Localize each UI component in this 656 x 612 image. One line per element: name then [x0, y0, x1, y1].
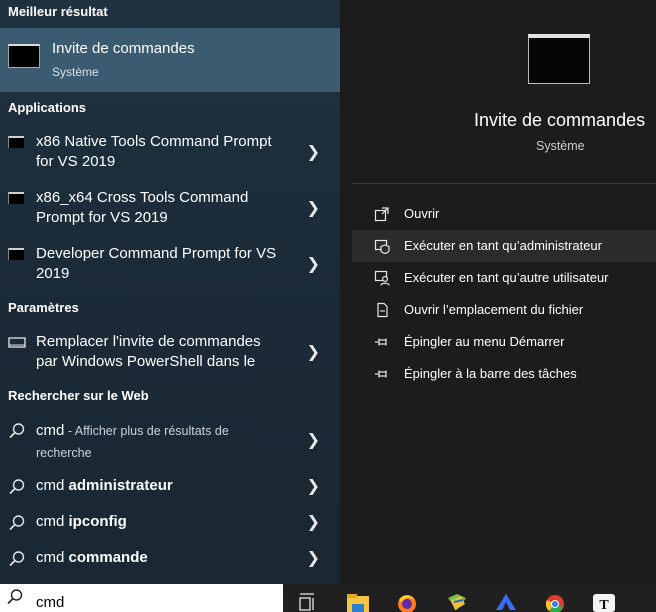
web-result[interactable]: cmd - Afficher plus de résultats de rech… [0, 420, 340, 464]
divider [352, 183, 656, 184]
applications-heading: Applications [8, 100, 87, 115]
settings-heading: Paramètres [8, 300, 79, 315]
web-result-label: cmd commande [36, 549, 148, 566]
action-label: Ouvrir l’emplacement du fichier [404, 302, 584, 317]
web-result[interactable]: cmd ipconfig ❯ [0, 512, 340, 536]
action-label: Exécuter en tant qu’administrateur [404, 238, 602, 253]
chevron-right-icon[interactable]: ❯ [307, 430, 320, 450]
chrome-icon[interactable] [543, 592, 567, 612]
search-icon [9, 479, 25, 495]
web-result-label: cmd ipconfig [36, 513, 127, 530]
command-prompt-icon [528, 34, 590, 84]
settings-icon [8, 337, 26, 348]
action-open[interactable]: Ouvrir [352, 198, 656, 230]
action-label: Exécuter en tant qu’autre utilisateur [404, 270, 609, 285]
folder-app-icon[interactable] [445, 592, 469, 612]
action-run-as-other-user[interactable]: Exécuter en tant qu’autre utilisateur [352, 262, 656, 294]
chevron-right-icon[interactable]: ❯ [307, 142, 320, 162]
file-location-icon [377, 302, 388, 318]
chevron-right-icon[interactable]: ❯ [307, 342, 320, 362]
search-input[interactable]: cmd [36, 594, 64, 611]
preview-title: Invite de commandes [474, 110, 646, 130]
chevron-right-icon[interactable]: ❯ [307, 476, 320, 496]
user-icon [374, 270, 390, 286]
best-match-heading: Meilleur résultat [8, 4, 108, 19]
search-results-panel: Meilleur résultat Invite de commandes Sy… [0, 0, 340, 584]
open-icon [374, 207, 389, 222]
app-item-label: x86_x64 Cross Tools Command Prompt for V… [36, 189, 249, 226]
preview-subtitle: Système [536, 139, 585, 153]
task-view-icon[interactable] [296, 592, 320, 612]
app-item-label: x86 Native Tools Command Prompt for VS 2… [36, 133, 272, 170]
app-item[interactable]: x86 Native Tools Command Prompt for VS 2… [0, 132, 340, 176]
action-label: Épingler à la barre des tâches [404, 366, 577, 381]
typora-icon[interactable]: T [592, 592, 616, 612]
taskbar-search-box[interactable]: cmd [0, 584, 283, 612]
best-match-item[interactable]: Invite de commandes Système [0, 28, 340, 92]
action-pin-to-taskbar[interactable]: Épingler à la barre des tâches [352, 358, 656, 390]
svg-text:T: T [599, 598, 609, 612]
best-match-title: Invite de commandes [52, 40, 195, 57]
command-prompt-icon [8, 248, 24, 260]
web-result[interactable]: cmd administrateur ❯ [0, 476, 340, 500]
web-result[interactable]: cmd commande ❯ [0, 548, 340, 572]
app-item[interactable]: x86_x64 Cross Tools Command Prompt for V… [0, 188, 340, 232]
command-prompt-icon [8, 136, 24, 148]
search-icon [9, 515, 25, 531]
web-result-label: cmd - Afficher plus de résultats de rech… [36, 422, 229, 460]
best-match-subtitle: Système [52, 65, 99, 79]
action-open-file-location[interactable]: Ouvrir l’emplacement du fichier [352, 294, 656, 326]
search-icon [9, 423, 25, 439]
app-item-label: Developer Command Prompt for VS 2019 [36, 245, 277, 282]
action-pin-to-start[interactable]: Épingler au menu Démarrer [352, 326, 656, 358]
settings-item[interactable]: Remplacer l'invite de commandes par Wind… [0, 332, 340, 376]
shield-icon [374, 239, 390, 254]
settings-item-label: Remplacer l'invite de commandes par Wind… [36, 333, 261, 370]
chevron-right-icon[interactable]: ❯ [307, 548, 320, 568]
action-label: Ouvrir [404, 206, 440, 221]
firefox-icon[interactable] [395, 592, 419, 612]
search-icon [9, 551, 25, 567]
app-item[interactable]: Developer Command Prompt for VS 2019 ❯ [0, 244, 340, 288]
vpn-icon[interactable] [494, 592, 518, 612]
command-prompt-icon [8, 192, 24, 204]
pin-icon [375, 370, 387, 378]
action-run-as-admin[interactable]: Exécuter en tant qu’administrateur [352, 230, 656, 262]
chevron-right-icon[interactable]: ❯ [307, 512, 320, 532]
pin-icon [375, 338, 387, 346]
file-explorer-icon[interactable] [346, 592, 370, 612]
action-label: Épingler au menu Démarrer [404, 334, 565, 349]
command-prompt-icon [8, 44, 40, 68]
chevron-right-icon[interactable]: ❯ [307, 254, 320, 274]
web-result-label: cmd administrateur [36, 477, 173, 494]
preview-panel: Invite de commandes Système Ouvrir Exécu… [340, 0, 656, 584]
search-icon [7, 589, 23, 605]
web-search-heading: Rechercher sur le Web [8, 388, 149, 403]
chevron-right-icon[interactable]: ❯ [307, 198, 320, 218]
